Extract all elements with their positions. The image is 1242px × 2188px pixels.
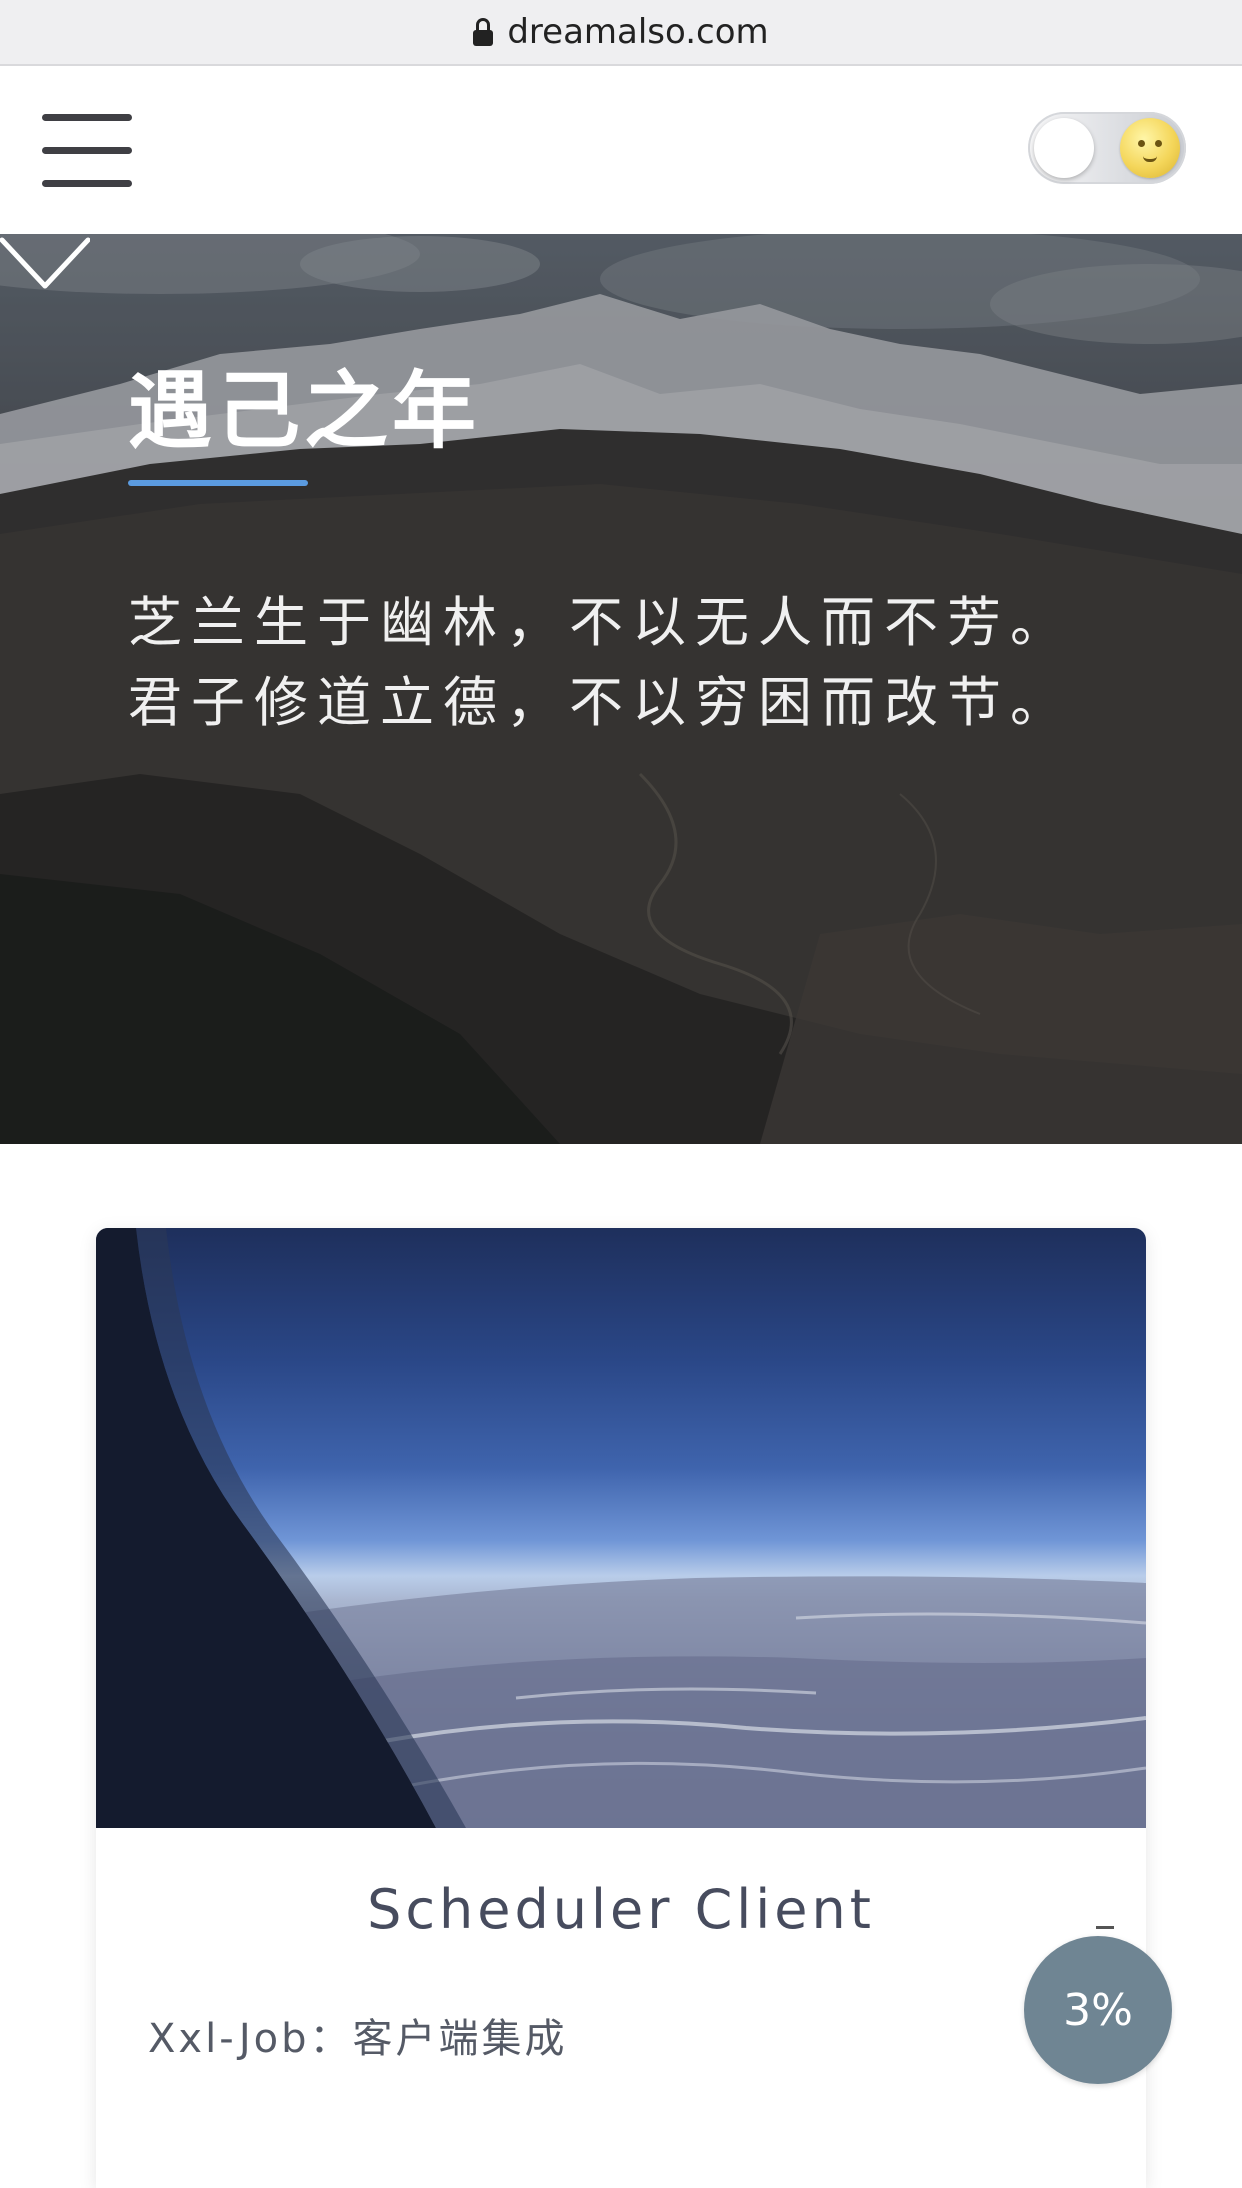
post-cover-image[interactable] (96, 1228, 1146, 1828)
site-header (0, 66, 1242, 234)
moon-face-icon (1120, 118, 1180, 178)
hero-motto-line-2: 君子修道立德，不以穷困而改节。 (128, 671, 1073, 734)
url-text: dreamalso.com (507, 12, 769, 52)
hero-banner: 遇己之年 芝兰生于幽林，不以无人而不芳。 君子修道立德，不以穷困而改节。 (0, 234, 1242, 1144)
hero-motto-line-1: 芝兰生于幽林，不以无人而不芳。 (128, 591, 1073, 654)
hero-title: 遇己之年 (128, 362, 481, 460)
hamburger-menu-icon[interactable] (42, 114, 132, 187)
browser-url-bar[interactable]: dreamalso.com (0, 0, 1242, 66)
hero-title-underline (128, 480, 308, 486)
post-card[interactable]: Scheduler Client Xxl-Job：客户端集成 (96, 1228, 1146, 2188)
chevron-down-icon[interactable] (0, 234, 90, 294)
reading-progress-label: 3% (1063, 1984, 1133, 2036)
theme-toggle[interactable] (1028, 112, 1186, 184)
reading-progress-button[interactable]: 3% (1024, 1936, 1172, 2084)
lock-icon (473, 18, 494, 46)
post-subtitle: Xxl-Job：客户端集成 (148, 2016, 568, 2062)
divider-mark (1096, 1926, 1114, 1929)
toggle-knob (1034, 118, 1094, 178)
post-title[interactable]: Scheduler Client (96, 1878, 1146, 1941)
